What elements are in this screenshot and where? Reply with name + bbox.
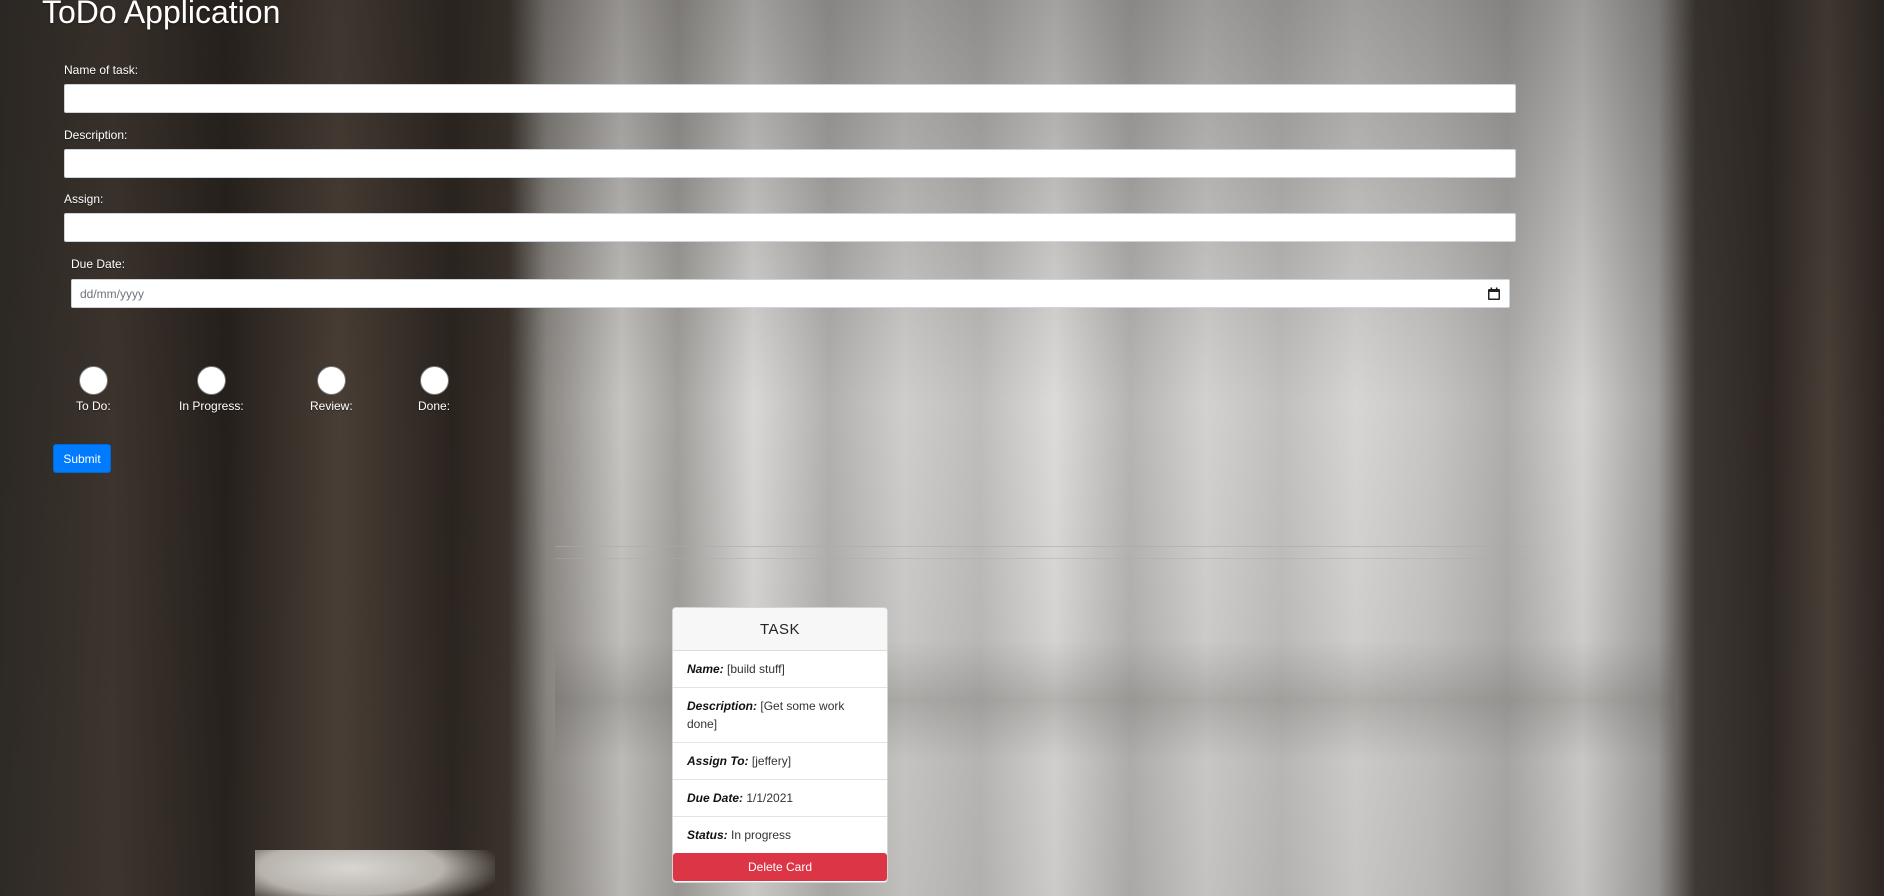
- card-status-key: Status:: [687, 828, 728, 842]
- task-name-label: Name of task:: [64, 63, 139, 77]
- task-name-input[interactable]: [64, 84, 1516, 113]
- background-pillow: [255, 850, 495, 896]
- todo-radio[interactable]: [78, 366, 108, 395]
- card-due-row: Due Date: 1/1/2021: [673, 780, 887, 817]
- calendar-icon[interactable]: [1487, 287, 1501, 301]
- in-progress-label: In Progress:: [179, 399, 244, 413]
- card-due-value: 1/1/2021: [746, 791, 794, 805]
- submit-button[interactable]: Submit: [53, 444, 111, 473]
- assign-input[interactable]: [64, 213, 1516, 242]
- status-option-in-progress[interactable]: In Progress:: [179, 366, 244, 413]
- section-divider-secondary: [555, 558, 1528, 559]
- page-title: ToDo Application: [42, 0, 281, 30]
- card-due-key: Due Date:: [687, 791, 744, 805]
- review-radio[interactable]: [316, 366, 346, 395]
- card-status-value: In progress: [731, 828, 792, 842]
- status-option-todo[interactable]: To Do:: [76, 366, 111, 413]
- due-date-input[interactable]: dd/mm/yyyy: [71, 279, 1510, 308]
- status-option-done[interactable]: Done:: [418, 366, 450, 413]
- review-label: Review:: [310, 399, 353, 413]
- card-assign-key: Assign To:: [687, 754, 749, 768]
- done-radio[interactable]: [419, 366, 449, 395]
- card-status-row: Status: In progress: [673, 817, 887, 853]
- card-header: TASK: [673, 608, 887, 651]
- section-divider: [555, 546, 1528, 547]
- done-label: Done:: [418, 399, 451, 413]
- todo-label: To Do:: [76, 399, 111, 413]
- card-assign-value: [jeffery]: [751, 754, 792, 768]
- card-name-row: Name: [build stuff]: [673, 651, 887, 688]
- card-footer-pad: [673, 881, 887, 882]
- card-description-key: Description:: [687, 699, 758, 713]
- background-overlay: [0, 0, 1884, 896]
- in-progress-radio[interactable]: [196, 366, 226, 395]
- description-label: Description:: [64, 128, 128, 142]
- card-name-value: [build stuff]: [727, 662, 785, 676]
- due-date-placeholder: dd/mm/yyyy: [80, 286, 145, 301]
- due-date-label: Due Date:: [71, 257, 126, 271]
- task-card: TASK Name: [build stuff] Description: [G…: [672, 607, 888, 883]
- status-option-review[interactable]: Review:: [310, 366, 353, 413]
- description-input[interactable]: [64, 149, 1516, 178]
- card-name-key: Name:: [687, 662, 724, 676]
- card-assign-row: Assign To: [jeffery]: [673, 743, 887, 780]
- card-description-row: Description: [Get some work done]: [673, 688, 887, 743]
- delete-card-button[interactable]: Delete Card: [673, 853, 887, 881]
- assign-label: Assign:: [64, 192, 104, 206]
